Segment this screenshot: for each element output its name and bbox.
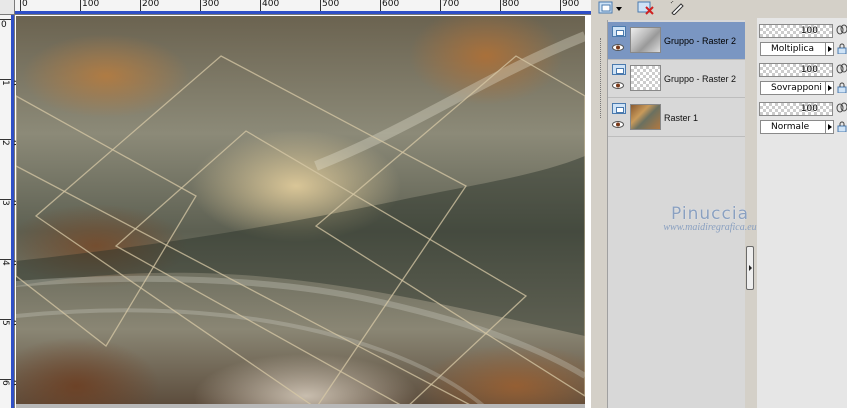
- blend-mode-select[interactable]: Normale: [760, 120, 832, 134]
- layers-toolbar: [591, 0, 847, 18]
- visibility-eye-icon[interactable]: [612, 44, 624, 51]
- layer-properties: 100 Moltiplica 100 Sovrapponi 100 Normal…: [757, 18, 847, 408]
- delete-layer-button[interactable]: [637, 0, 655, 16]
- lock-icon[interactable]: [836, 43, 847, 54]
- watermark: Pinuccia www.maidiregrafica.eu: [650, 204, 770, 233]
- blend-mode-arrow-icon[interactable]: [825, 42, 834, 56]
- vertical-ruler: 0 1 0 0 2 0 0 3 0 0 4 0 0 5 0 0 6 0: [0, 15, 26, 408]
- ruler-h-label: 800: [502, 0, 520, 9]
- light-arc: [314, 31, 585, 171]
- panel-splitter-handle[interactable]: [746, 246, 754, 290]
- ruler-h-label: 200: [142, 0, 160, 9]
- opacity-slider[interactable]: 100: [759, 63, 833, 77]
- new-layer-button[interactable]: [597, 0, 625, 16]
- ruler-h-label: 500: [322, 0, 340, 9]
- layer-properties-row: 100 Sovrapponi: [759, 61, 847, 99]
- ruler-h-accent: [15, 11, 591, 14]
- ruler-v-label: 6 0: [0, 380, 18, 386]
- ruler-h-label: 600: [382, 0, 400, 9]
- ruler-v-accent: [11, 15, 14, 408]
- layer-properties-row: 100 Moltiplica: [759, 22, 847, 60]
- ruler-h-label: 900: [562, 0, 580, 9]
- raster-layer-icon: [612, 26, 626, 37]
- opacity-value: 100: [800, 26, 818, 36]
- watermark-name: Pinuccia: [671, 204, 749, 224]
- delete-layer-icon: [637, 1, 654, 15]
- watermark-url: www.maidiregrafica.eu: [663, 222, 757, 233]
- link-icon[interactable]: [836, 24, 847, 35]
- ruler-h-label: 300: [202, 0, 220, 9]
- blend-mode-arrow-icon[interactable]: [825, 81, 834, 95]
- ruler-corner: [0, 0, 15, 15]
- artwork-overlay: [16, 31, 585, 408]
- ruler-h-label: 700: [442, 0, 460, 9]
- edit-layer-button[interactable]: [669, 0, 685, 16]
- raster-layer-icon: [612, 103, 626, 114]
- layer-row[interactable]: Gruppo - Raster 2: [608, 60, 745, 98]
- pencil-icon: [670, 1, 684, 15]
- raster-layer-icon: [612, 64, 626, 75]
- ruler-v-label: 0: [1, 20, 7, 30]
- link-icon[interactable]: [836, 63, 847, 74]
- new-layer-icon: [598, 1, 622, 14]
- layer-name: Gruppo - Raster 2: [664, 74, 737, 84]
- ruler-h-label: 100: [82, 0, 100, 9]
- blend-mode-arrow-icon[interactable]: [825, 120, 834, 134]
- canvas-scrollbar[interactable]: [16, 404, 585, 408]
- layer-properties-row: 100 Normale: [759, 100, 847, 138]
- visibility-eye-icon[interactable]: [612, 82, 624, 89]
- blend-mode-select[interactable]: Sovrapponi: [760, 81, 832, 95]
- blend-mode-select[interactable]: Moltiplica: [760, 42, 832, 56]
- layer-thumbnail: [630, 27, 661, 53]
- layer-row[interactable]: Raster 1: [608, 99, 745, 137]
- image-canvas[interactable]: [16, 16, 585, 408]
- group-indent-line: [600, 38, 605, 118]
- layer-row[interactable]: Gruppo - Raster 2: [608, 22, 745, 60]
- layer-name: Raster 1: [664, 113, 699, 123]
- link-icon[interactable]: [836, 102, 847, 113]
- lock-icon[interactable]: [836, 121, 847, 132]
- layer-thumbnail: [630, 65, 661, 91]
- opacity-value: 100: [800, 65, 818, 75]
- visibility-eye-icon[interactable]: [612, 121, 624, 128]
- light-arc: [16, 308, 488, 408]
- opacity-slider[interactable]: 100: [759, 24, 833, 38]
- canvas-area: 0 100 200 300 400 500 600 700 800 900 0 …: [0, 0, 591, 408]
- ruler-h-label: 400: [262, 0, 280, 9]
- horizontal-ruler: 0 100 200 300 400 500 600 700 800 900: [15, 0, 591, 15]
- ruler-h-label: 0: [22, 0, 28, 9]
- opacity-slider[interactable]: 100: [759, 102, 833, 116]
- lock-icon[interactable]: [836, 82, 847, 93]
- layer-thumbnail: [630, 104, 661, 130]
- opacity-value: 100: [800, 104, 818, 114]
- layer-name: Gruppo - Raster 2: [664, 36, 737, 46]
